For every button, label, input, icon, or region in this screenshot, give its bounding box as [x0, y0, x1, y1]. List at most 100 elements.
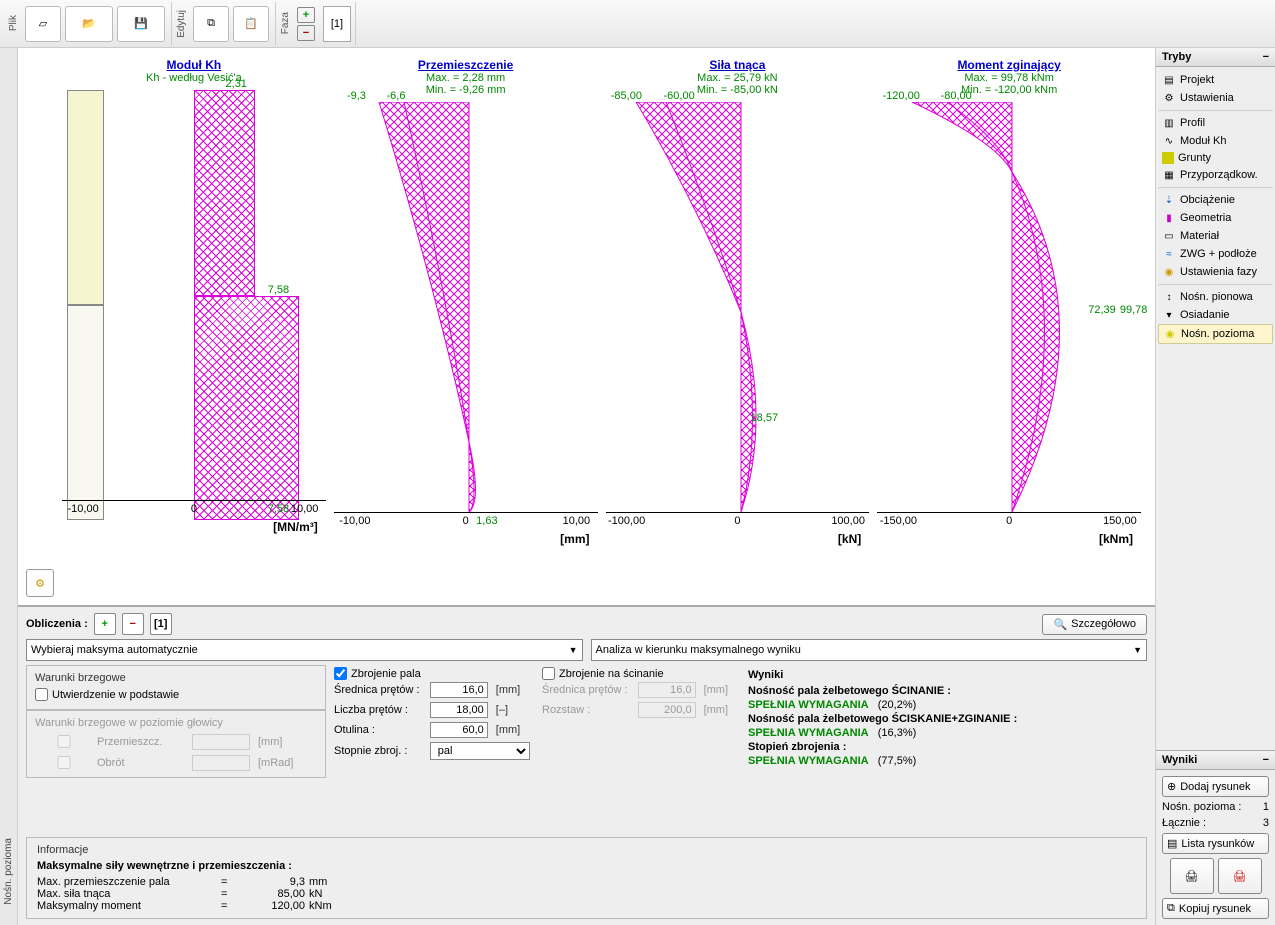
- shear-curve: [606, 102, 870, 532]
- print-button[interactable]: 🖨: [1170, 858, 1214, 894]
- chart-modul-kh: Moduł Kh Kh - według Vesić'a 2,31 7,58 7…: [62, 58, 326, 605]
- chart-subtitle: Kh - według Vesić'a: [62, 72, 326, 84]
- save-file-button[interactable]: 💾: [117, 6, 165, 42]
- right-panel: Tryby − ▤Projekt ⚙Ustawienia ▥Profil ∿Mo…: [1155, 48, 1275, 925]
- new-file-icon: ▱: [39, 17, 47, 30]
- geometry-icon: ▮: [1162, 211, 1176, 225]
- info-fieldset: Informacje Maksymalne siły wewnętrzne i …: [26, 837, 1147, 919]
- left-mode-strip: Nośn. pozioma: [0, 48, 18, 925]
- details-icon: 🔍: [1053, 618, 1067, 631]
- add-drawing-button[interactable]: ⊕Dodaj rysunek: [1162, 776, 1269, 797]
- bar-diameter-input[interactable]: [430, 682, 488, 698]
- shear-reinforcement-checkbox[interactable]: [542, 667, 555, 680]
- chevron-down-icon: ▼: [1133, 645, 1142, 655]
- printer-icon: 🖨: [1185, 870, 1199, 883]
- modes-tree: ▤Projekt ⚙Ustawienia ▥Profil ∿Moduł Kh G…: [1156, 67, 1275, 750]
- rotation-checkbox: [35, 756, 93, 769]
- calc-phase-button[interactable]: [1]: [150, 613, 172, 635]
- shear-diameter-input: [638, 682, 696, 698]
- remove-calc-button[interactable]: −: [122, 613, 144, 635]
- details-button[interactable]: 🔍 Szczegółowo: [1042, 614, 1147, 635]
- mode-geometria[interactable]: ▮Geometria: [1158, 209, 1273, 227]
- phase-indicator[interactable]: [1]: [323, 6, 351, 42]
- cover-input[interactable]: [430, 722, 488, 738]
- file-group-label: Plik: [8, 15, 19, 31]
- modulus-icon: ∿: [1162, 134, 1176, 148]
- mode-grunty[interactable]: Grunty: [1158, 150, 1273, 166]
- pile-reinforcement-checkbox[interactable]: [334, 667, 347, 680]
- mode-ustawienia[interactable]: ⚙Ustawienia: [1158, 89, 1273, 107]
- boundary-conditions-fieldset: Warunki brzegowe Utwierdzenie w podstawi…: [26, 665, 326, 710]
- maxima-dropdown[interactable]: Wybieraj maksyma automatycznie▼: [26, 639, 583, 661]
- copy-button[interactable]: ⧉: [193, 6, 229, 42]
- chart-shear: Siła tnąca Max. = 25,79 kN Min. = -85,00…: [606, 58, 870, 605]
- left-mode-label: Nośn. pozioma: [3, 838, 14, 905]
- mode-przyporzadkow[interactable]: ▦Przyporządkow.: [1158, 166, 1273, 184]
- drawing-list-button[interactable]: ▤Lista rysunków: [1162, 833, 1269, 854]
- reinforcement-degree-select[interactable]: pal: [430, 742, 530, 760]
- mode-ustawienia-fazy[interactable]: ◉Ustawienia fazy: [1158, 263, 1273, 281]
- add-calc-button[interactable]: +: [94, 613, 116, 635]
- paste-button[interactable]: 📋: [233, 6, 269, 42]
- gear-icon: ⚙: [1162, 91, 1176, 105]
- load-icon: ⇣: [1162, 193, 1176, 207]
- mode-modul-kh[interactable]: ∿Moduł Kh: [1158, 132, 1273, 150]
- open-file-button[interactable]: 📂: [65, 6, 113, 42]
- chart-displacement: Przemieszczenie Max. = 2,28 mm Min. = -9…: [334, 58, 598, 605]
- mode-material[interactable]: ▭Materiał: [1158, 227, 1273, 245]
- displacement-checkbox: [35, 735, 93, 748]
- mode-projekt[interactable]: ▤Projekt: [1158, 71, 1273, 89]
- mode-obciazenie[interactable]: ⇣Obciążenie: [1158, 187, 1273, 209]
- edit-group-label: Edytuj: [176, 10, 187, 38]
- paste-icon: 📋: [244, 17, 258, 30]
- mode-zwg[interactable]: ≈ZWG + podłoże: [1158, 245, 1273, 263]
- toolbar: Plik ▱ 📂 💾 Edytuj ⧉ 📋 Faza + − [1]: [0, 0, 1275, 48]
- rotation-input: [192, 755, 250, 771]
- mode-profil[interactable]: ▥Profil: [1158, 110, 1273, 132]
- add-drawing-icon: ⊕: [1167, 780, 1176, 793]
- analysis-dropdown[interactable]: Analiza w kierunku maksymalnego wyniku▼: [591, 639, 1148, 661]
- settings-gear-button[interactable]: ⚙: [26, 569, 54, 597]
- fix-base-checkbox[interactable]: [35, 688, 48, 701]
- phase-settings-icon: ◉: [1162, 265, 1176, 279]
- chevron-down-icon: ▼: [569, 645, 578, 655]
- calc-label: Obliczenia :: [26, 618, 88, 630]
- chart-title: Moduł Kh: [62, 58, 326, 72]
- moment-curve: [877, 102, 1141, 532]
- displacement-curve: [334, 102, 598, 532]
- bar-number-input[interactable]: [430, 702, 488, 718]
- new-file-button[interactable]: ▱: [25, 6, 61, 42]
- bottom-panel: Obliczenia : + − [1] 🔍 Szczegółowo Wybie…: [18, 605, 1155, 925]
- profile-icon: ▥: [1162, 116, 1176, 130]
- spacing-input: [638, 702, 696, 718]
- remove-phase-button[interactable]: −: [297, 25, 315, 41]
- material-icon: ▭: [1162, 229, 1176, 243]
- printer-pdf-icon: 🖨: [1233, 870, 1247, 883]
- chart-moment: Moment zginający Max. = 99,78 kNm Min. =…: [877, 58, 1141, 605]
- settlement-icon: ▾: [1162, 308, 1176, 322]
- save-disk-icon: 💾: [134, 17, 148, 30]
- copy-icon: ⧉: [207, 17, 215, 30]
- copy-drawing-icon: ⧉: [1167, 902, 1175, 915]
- minimize-modes-button[interactable]: −: [1263, 51, 1269, 63]
- add-phase-button[interactable]: +: [297, 7, 315, 23]
- water-icon: ≈: [1162, 247, 1176, 261]
- modes-panel-header: Tryby −: [1156, 48, 1275, 67]
- displacement-input: [192, 734, 250, 750]
- mode-osiadanie[interactable]: ▾Osiadanie: [1158, 306, 1273, 324]
- document-icon: ▤: [1162, 73, 1176, 87]
- gear-icon: ⚙: [35, 577, 45, 590]
- phase-group-label: Faza: [280, 12, 291, 34]
- mode-nosn-pozioma[interactable]: ◉Nośn. pozioma: [1158, 324, 1273, 344]
- chart-area: ⚙ Moduł Kh Kh - według Vesić'a 2,31 7,58…: [18, 48, 1155, 605]
- soil-icon: [1162, 152, 1174, 164]
- results-panel-header: Wyniki −: [1156, 751, 1275, 770]
- copy-drawing-button[interactable]: ⧉Kopiuj rysunek: [1162, 898, 1269, 919]
- minimize-results-button[interactable]: −: [1263, 754, 1269, 766]
- axis-unit: [MN/m³]: [62, 520, 326, 534]
- print-pdf-button[interactable]: 🖨: [1218, 858, 1262, 894]
- head-bc-fieldset: Warunki brzegowe w poziomie głowicy Prze…: [26, 710, 326, 778]
- mode-nosn-pionowa[interactable]: ↕Nośn. pionowa: [1158, 284, 1273, 306]
- list-icon: ▤: [1167, 837, 1177, 850]
- assign-icon: ▦: [1162, 168, 1176, 182]
